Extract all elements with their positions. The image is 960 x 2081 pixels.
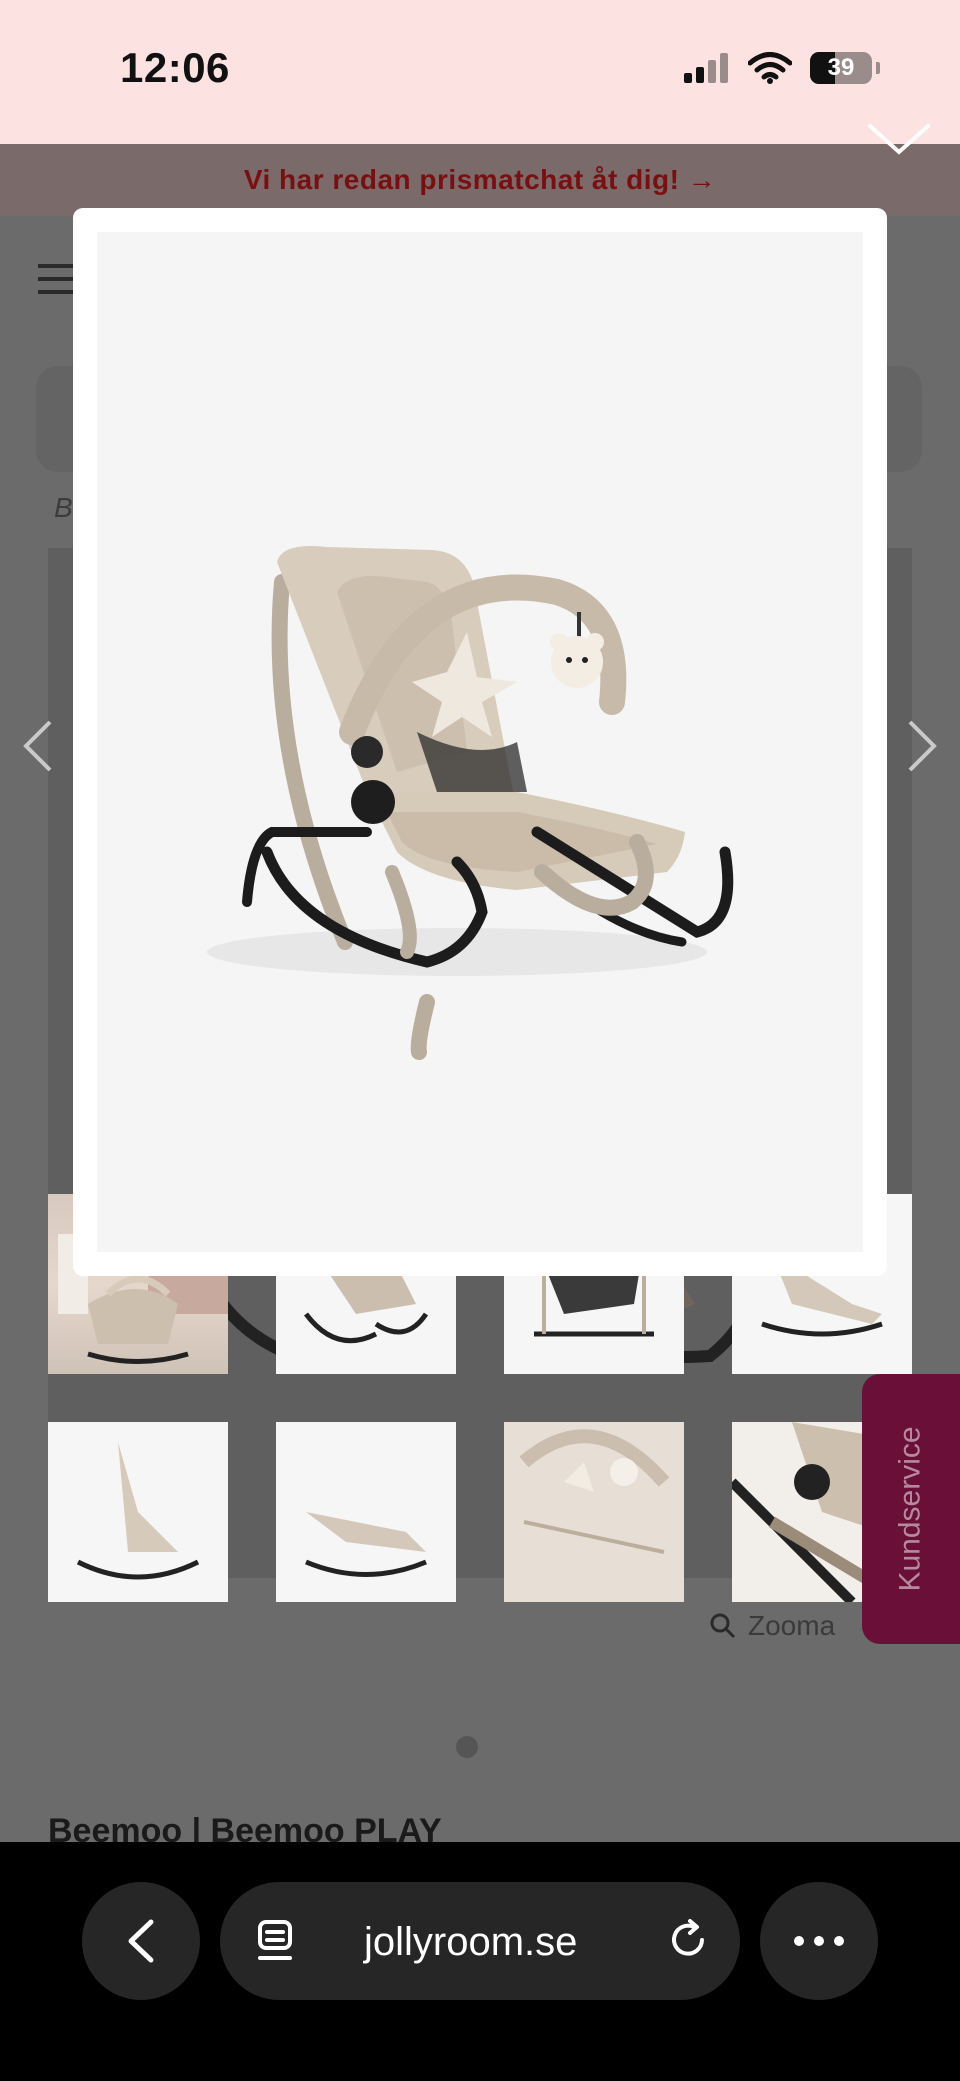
status-icons: 39 (684, 52, 880, 84)
previous-image-arrow[interactable] (18, 716, 58, 776)
thumbnail[interactable] (276, 1422, 456, 1602)
cellular-signal-icon (684, 53, 728, 83)
reload-icon[interactable] (666, 1918, 710, 1962)
battery-icon: 39 (810, 52, 872, 84)
breadcrumb[interactable]: B (54, 492, 73, 524)
wifi-icon (748, 52, 792, 84)
next-image-arrow[interactable] (902, 716, 942, 776)
battery-level: 39 (827, 54, 855, 81)
zoom-button[interactable]: Zooma (710, 1610, 835, 1642)
promo-banner[interactable]: Vi har redan prismatchat åt dig! → (0, 144, 960, 216)
magnifier-icon (710, 1613, 736, 1639)
menu-icon[interactable] (38, 264, 74, 303)
back-button[interactable] (82, 1882, 200, 2000)
zoom-label: Zooma (748, 1610, 836, 1641)
chevron-left-icon (128, 1919, 154, 1963)
customer-service-label: Kundservice (894, 1426, 927, 1592)
url-text: jollyroom.se (364, 1920, 578, 1964)
status-time: 12:06 (120, 44, 230, 91)
browser-toolbar: jollyroom.se (0, 1842, 960, 2081)
status-bar: 12:06 39 (0, 0, 960, 144)
baby-bouncer-image (207, 546, 734, 1060)
thumbnail[interactable] (48, 1422, 228, 1602)
page-menu-icon[interactable] (258, 1920, 298, 1964)
customer-service-tab[interactable]: Kundservice (862, 1374, 960, 1644)
promo-text: Vi har redan prismatchat åt dig! → (243, 164, 717, 195)
carousel-dot[interactable] (456, 1736, 478, 1758)
more-options-button[interactable] (760, 1882, 878, 2000)
product-image-large[interactable] (97, 232, 863, 1252)
address-bar[interactable]: jollyroom.se (220, 1882, 740, 2000)
thumbnail[interactable] (504, 1422, 684, 1602)
image-modal (73, 208, 887, 1276)
thumbnail-row (48, 1422, 912, 1602)
close-icon[interactable] (864, 122, 934, 176)
